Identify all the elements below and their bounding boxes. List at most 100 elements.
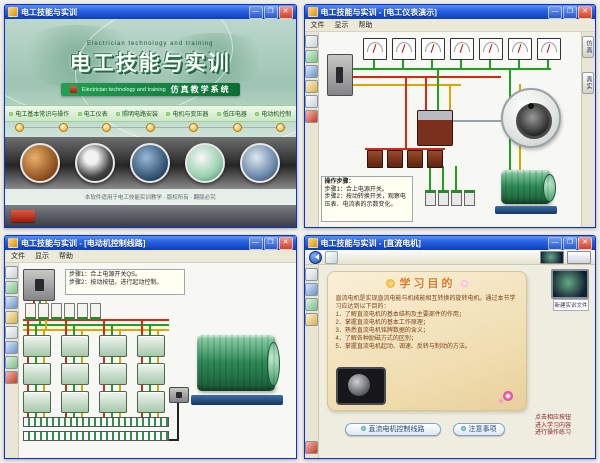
meter[interactable]: [508, 38, 532, 60]
maximize-button[interactable]: ❐: [264, 237, 278, 250]
toolbar-icon-practice[interactable]: [305, 298, 318, 311]
toolbar-icon-theory[interactable]: [305, 283, 318, 296]
motor-photo[interactable]: [336, 367, 386, 405]
rheostat[interactable]: [427, 150, 443, 168]
contactor-km[interactable]: [23, 363, 51, 385]
close-button[interactable]: ✕: [578, 6, 592, 19]
splash-menu-meters[interactable]: 电工仪表: [78, 109, 108, 118]
motor[interactable]: [501, 170, 551, 204]
minimize-button[interactable]: —: [249, 6, 263, 19]
menu-view[interactable]: 显示: [335, 20, 349, 30]
node-dot[interactable]: [189, 123, 198, 132]
toolbar-icon-exit[interactable]: [305, 441, 318, 454]
fuse[interactable]: [25, 303, 36, 320]
toolbar-icon-stop[interactable]: [305, 110, 318, 123]
close-button[interactable]: ✕: [578, 237, 592, 250]
back-icon[interactable]: [309, 251, 322, 264]
rheostat[interactable]: [387, 150, 403, 168]
toolbar-icon-component[interactable]: [5, 281, 18, 294]
rheostat[interactable]: [367, 150, 383, 168]
menu-view[interactable]: 显示: [35, 251, 49, 261]
terminal-strip[interactable]: [23, 431, 169, 441]
new-file-button[interactable]: 新建实训文件: [553, 299, 589, 311]
contactor[interactable]: [417, 110, 453, 146]
splash-menu-lighting[interactable]: 照明电路安装: [116, 109, 158, 118]
close-button[interactable]: ✕: [279, 6, 293, 19]
node-dot[interactable]: [276, 123, 285, 132]
meter[interactable]: [450, 38, 474, 60]
preview-thumbnail-doc[interactable]: [567, 251, 591, 264]
power-switch[interactable]: [327, 54, 353, 96]
power-switch-qs[interactable]: [23, 269, 55, 301]
preview-thumbnail-motor[interactable]: [540, 251, 564, 264]
video-thumbnail[interactable]: [551, 269, 589, 299]
fuse[interactable]: [51, 303, 62, 320]
meter[interactable]: [421, 38, 445, 60]
contactor-km[interactable]: [61, 335, 89, 357]
contactor-km[interactable]: [99, 335, 127, 357]
fuse[interactable]: [77, 303, 88, 320]
splash-menu-lv-apparatus[interactable]: 低压电器: [217, 109, 247, 118]
fuse[interactable]: [38, 303, 49, 320]
fuse[interactable]: [64, 303, 75, 320]
maximize-button[interactable]: ❐: [264, 6, 278, 19]
close-button[interactable]: ✕: [279, 237, 293, 250]
rheostat-dial[interactable]: [516, 103, 552, 139]
contactor-km[interactable]: [99, 391, 127, 413]
meter[interactable]: [479, 38, 503, 60]
meter[interactable]: [363, 38, 387, 60]
titlebar[interactable]: 电工技能与实训 - [直流电机] — ❐ ✕: [305, 236, 596, 250]
minimize-button[interactable]: —: [548, 6, 562, 19]
rheostat[interactable]: [407, 150, 423, 168]
contactor-km[interactable]: [137, 335, 165, 357]
node-dot[interactable]: [233, 123, 242, 132]
toolbar-icon-meter[interactable]: [305, 80, 318, 93]
terminal[interactable]: [438, 190, 449, 206]
motor[interactable]: [197, 335, 275, 391]
titlebar[interactable]: 电工技能与实训 - [电工仪表演示] — ❐ ✕: [305, 5, 596, 19]
contactor-km[interactable]: [99, 363, 127, 385]
toolbar-icon-check[interactable]: [5, 356, 18, 369]
node-dot[interactable]: [102, 123, 111, 132]
menu-file[interactable]: 文件: [311, 20, 325, 30]
meter[interactable]: [392, 38, 416, 60]
contactor-km[interactable]: [137, 363, 165, 385]
toolbar-icon-component[interactable]: [305, 50, 318, 63]
terminal-strip[interactable]: [23, 417, 169, 427]
home-icon[interactable]: [325, 251, 338, 264]
contactor-km[interactable]: [61, 363, 89, 385]
maximize-button[interactable]: ❐: [563, 6, 577, 19]
mode-real-button[interactable]: 真实: [582, 72, 594, 94]
menu-file[interactable]: 文件: [11, 251, 25, 261]
terminal[interactable]: [425, 190, 436, 206]
toolbar-icon-run[interactable]: [305, 95, 318, 108]
splash-menu-motor-control[interactable]: 电动机控制: [255, 109, 291, 118]
toolbar-icon-meter[interactable]: [5, 311, 18, 324]
terminal[interactable]: [451, 190, 462, 206]
terminal[interactable]: [464, 190, 475, 206]
contactor-km[interactable]: [137, 391, 165, 413]
toolbar-icon-wire[interactable]: [305, 65, 318, 78]
minimize-button[interactable]: —: [249, 237, 263, 250]
dc-motor-circuit-button[interactable]: 直流电机控制线路: [345, 423, 441, 436]
cautions-button[interactable]: 注意事项: [453, 423, 505, 436]
node-dot[interactable]: [59, 123, 68, 132]
titlebar[interactable]: 电工技能与实训 — ❐ ✕: [5, 5, 296, 19]
toolbar-icon-layout[interactable]: [5, 326, 18, 339]
contactor-km[interactable]: [61, 391, 89, 413]
toolbar-icon-test[interactable]: [305, 313, 318, 326]
motor-terminal-box[interactable]: [169, 387, 189, 403]
node-dot[interactable]: [15, 123, 24, 132]
maximize-button[interactable]: ❐: [563, 237, 577, 250]
toolbar-icon-contents[interactable]: [305, 268, 318, 281]
titlebar[interactable]: 电工技能与实训 - [电动机控制线路] — ❐ ✕: [5, 236, 296, 250]
menu-help[interactable]: 帮助: [59, 251, 73, 261]
mode-simulate-button[interactable]: 仿真: [582, 36, 594, 58]
splash-menu-machines[interactable]: 电机与变压器: [166, 109, 208, 118]
toolbar-icon-exit[interactable]: [5, 371, 18, 384]
fuse[interactable]: [90, 303, 101, 320]
toolbar-icon-run[interactable]: [5, 341, 18, 354]
meter[interactable]: [537, 38, 561, 60]
toolbar-icon-select[interactable]: [305, 35, 318, 48]
toolbar-icon-wire[interactable]: [5, 296, 18, 309]
